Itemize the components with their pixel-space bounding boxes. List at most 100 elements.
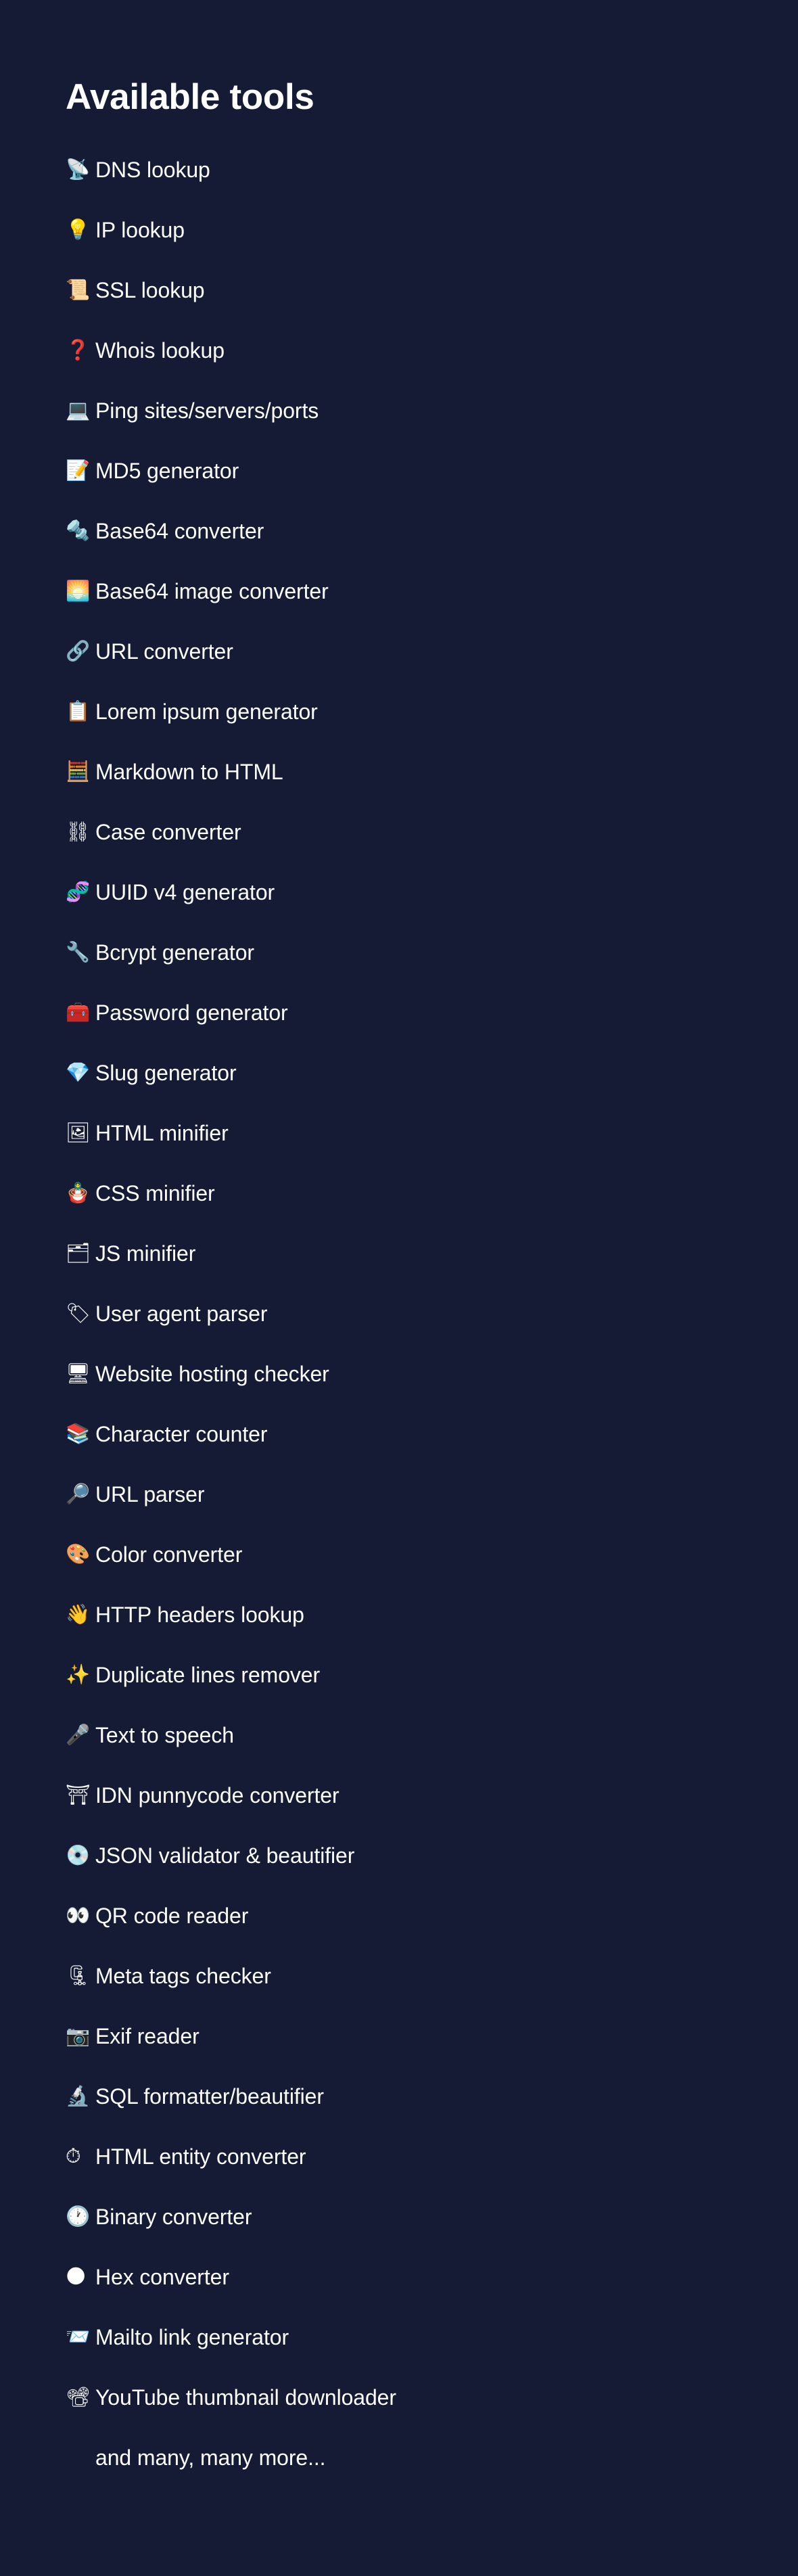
- list-item[interactable]: ⏱HTML entity converter: [0, 2126, 798, 2186]
- list-item[interactable]: 🧬UUID v4 generator: [0, 862, 798, 922]
- tool-label: Case converter: [95, 819, 241, 845]
- tool-label: Exif reader: [95, 2023, 200, 2049]
- magnifying-glass-icon: 🔎: [66, 1484, 95, 1504]
- gem-stone-icon: 💎: [66, 1063, 95, 1082]
- tool-label: Markdown to HTML: [95, 759, 283, 785]
- tool-label: Base64 converter: [95, 518, 264, 544]
- books-icon: 📚: [66, 1424, 95, 1444]
- list-item[interactable]: 📷Exif reader: [0, 2006, 798, 2066]
- tool-label: Binary converter: [95, 2204, 252, 2230]
- list-item[interactable]: 🌅Base64 image converter: [0, 561, 798, 621]
- incoming-envelope-icon: 📨: [66, 2327, 95, 2347]
- list-item[interactable]: 👋HTTP headers lookup: [0, 1584, 798, 1644]
- list-item[interactable]: ⛓Case converter: [0, 802, 798, 862]
- list-item[interactable]: 🌑Hex converter: [0, 2247, 798, 2307]
- tool-label: URL converter: [95, 639, 233, 664]
- list-item[interactable]: ✨Duplicate lines remover: [0, 1644, 798, 1705]
- list-item[interactable]: 💻Ping sites/servers/ports: [0, 380, 798, 440]
- tool-label: URL parser: [95, 1481, 204, 1507]
- list-item[interactable]: 🪆CSS minifier: [0, 1163, 798, 1223]
- tool-label: User agent parser: [95, 1301, 267, 1327]
- desktop-computer-icon: 🖥: [66, 1364, 95, 1383]
- tool-label: Mailto link generator: [95, 2324, 289, 2350]
- tool-label: UUID v4 generator: [95, 879, 275, 905]
- list-item[interactable]: 📋Lorem ipsum generator: [0, 681, 798, 741]
- chains-icon: ⛓: [66, 822, 95, 842]
- list-item[interactable]: 🗂JS minifier: [0, 1223, 798, 1283]
- tool-label: Website hosting checker: [95, 1361, 329, 1387]
- list-item[interactable]: 🧮Markdown to HTML: [0, 741, 798, 802]
- list-item[interactable]: 🕐Binary converter: [0, 2186, 798, 2247]
- tool-label: Character counter: [95, 1421, 267, 1447]
- tool-label: Whois lookup: [95, 338, 225, 363]
- tool-label: Slug generator: [95, 1060, 237, 1086]
- list-item[interactable]: 🔎URL parser: [0, 1464, 798, 1524]
- list-item[interactable]: 💎Slug generator: [0, 1042, 798, 1103]
- list-item[interactable]: 🏷User agent parser: [0, 1283, 798, 1343]
- tool-label: SSL lookup: [95, 277, 205, 303]
- tool-label: HTTP headers lookup: [95, 1602, 304, 1628]
- toolbox-icon: 🧰: [66, 1003, 95, 1022]
- list-item[interactable]: 📜SSL lookup: [0, 260, 798, 320]
- list-item[interactable]: 📚Character counter: [0, 1404, 798, 1464]
- eyes-icon: 👀: [66, 1906, 95, 1925]
- list-item[interactable]: 🖼HTML minifier: [0, 1103, 798, 1163]
- microphone-icon: 🎤: [66, 1725, 95, 1745]
- tool-label: CSS minifier: [95, 1180, 215, 1206]
- list-item[interactable]: 🎤Text to speech: [0, 1705, 798, 1765]
- tool-label: Text to speech: [95, 1722, 234, 1748]
- list-item[interactable]: 🧰Password generator: [0, 982, 798, 1042]
- list-item[interactable]: ⛩IDN punnycode converter: [0, 1765, 798, 1825]
- list-item[interactable]: 📡DNS lookup: [0, 139, 798, 200]
- tool-label: Lorem ipsum generator: [95, 699, 318, 724]
- nesting-dolls-icon: 🪆: [66, 1183, 95, 1203]
- tool-label: Color converter: [95, 1542, 242, 1567]
- list-item[interactable]: 📨Mailto link generator: [0, 2307, 798, 2367]
- list-item[interactable]: 👀QR code reader: [0, 1885, 798, 1946]
- scroll-icon: 📜: [66, 280, 95, 300]
- sparkles-icon: ✨: [66, 1665, 95, 1684]
- camera-icon: 📷: [66, 2026, 95, 2046]
- abacus-icon: 🧮: [66, 762, 95, 781]
- framed-picture-icon: 🖼: [66, 1123, 95, 1143]
- waving-hand-icon: 👋: [66, 1605, 95, 1624]
- satellite-antenna-icon: 📡: [66, 160, 95, 179]
- list-item[interactable]: 💿JSON validator & beautifier: [0, 1825, 798, 1885]
- tools-list: 📡DNS lookup💡IP lookup📜SSL lookup❓Whois l…: [0, 139, 798, 2487]
- list-item[interactable]: and many, many more...: [0, 2427, 798, 2487]
- list-item[interactable]: 🔧Bcrypt generator: [0, 922, 798, 982]
- tool-label: Ping sites/servers/ports: [95, 398, 319, 423]
- film-projector-icon: 📽: [66, 2387, 95, 2407]
- list-item[interactable]: ❓Whois lookup: [0, 320, 798, 380]
- tool-label: Password generator: [95, 1000, 288, 1026]
- optical-disk-icon: 💿: [66, 1845, 95, 1865]
- tool-label: DNS lookup: [95, 157, 210, 183]
- shinto-shrine-icon: ⛩: [66, 1785, 95, 1805]
- tool-label: Bcrypt generator: [95, 940, 254, 965]
- list-item[interactable]: 🔬SQL formatter/beautifier: [0, 2066, 798, 2126]
- list-item[interactable]: 🖥Website hosting checker: [0, 1343, 798, 1404]
- available-tools-page: Available tools 📡DNS lookup💡IP lookup📜SS…: [0, 0, 798, 2576]
- memo-icon: 📝: [66, 461, 95, 480]
- list-item[interactable]: 🗜Meta tags checker: [0, 1946, 798, 2006]
- question-mark-icon: ❓: [66, 340, 95, 360]
- sunrise-icon: 🌅: [66, 581, 95, 601]
- clipboard-icon: 📋: [66, 702, 95, 721]
- tool-label: HTML entity converter: [95, 2144, 306, 2169]
- tool-label: JSON validator & beautifier: [95, 1843, 354, 1868]
- list-item[interactable]: 🔗URL converter: [0, 621, 798, 681]
- tool-label: IP lookup: [95, 217, 185, 243]
- list-item[interactable]: 📝MD5 generator: [0, 440, 798, 501]
- laptop-icon: 💻: [66, 400, 95, 420]
- list-item[interactable]: 💡IP lookup: [0, 200, 798, 260]
- tool-label: Duplicate lines remover: [95, 1662, 320, 1688]
- clamp-icon: 🗜: [66, 1966, 95, 1985]
- artist-palette-icon: 🎨: [66, 1544, 95, 1564]
- list-item[interactable]: 🔩Base64 converter: [0, 501, 798, 561]
- list-item[interactable]: 🎨Color converter: [0, 1524, 798, 1584]
- dna-icon: 🧬: [66, 882, 95, 902]
- page-title: Available tools: [66, 77, 314, 118]
- list-item[interactable]: 📽YouTube thumbnail downloader: [0, 2367, 798, 2427]
- stopwatch-icon: ⏱: [66, 2146, 95, 2166]
- tool-label: HTML minifier: [95, 1120, 229, 1146]
